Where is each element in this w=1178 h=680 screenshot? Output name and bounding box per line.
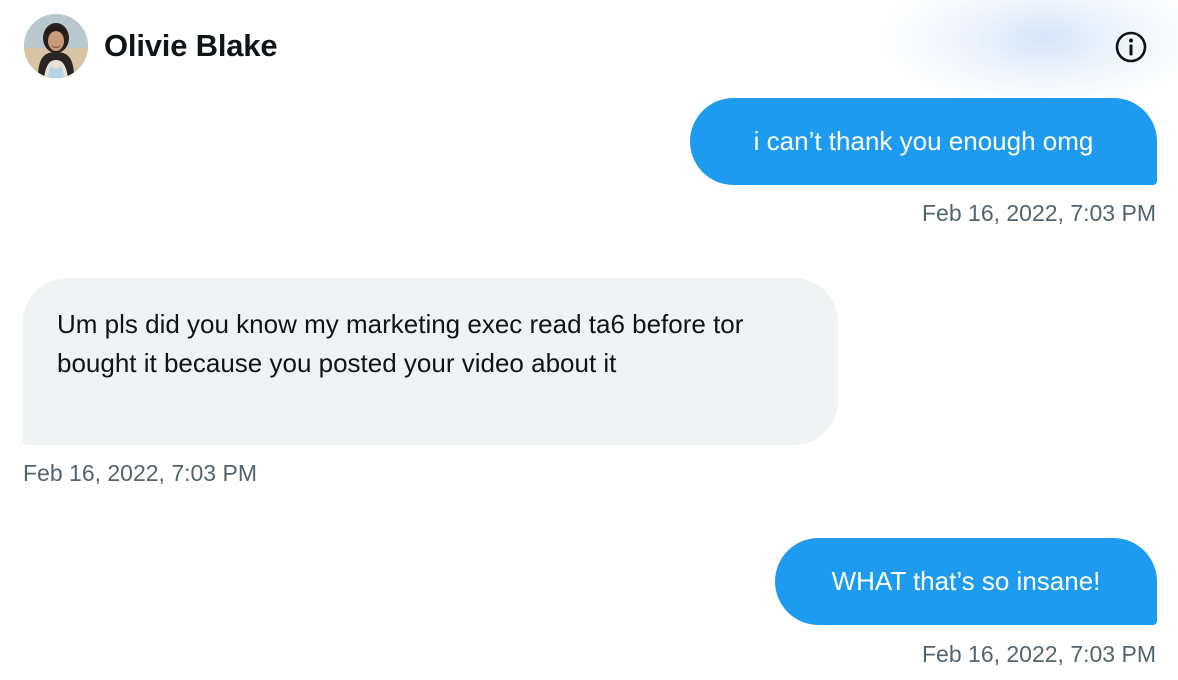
message-timestamp: Feb 16, 2022, 7:03 PM xyxy=(922,641,1156,667)
message-timestamp: Feb 16, 2022, 7:03 PM xyxy=(23,460,257,486)
message-text: WHAT that’s so insane! xyxy=(831,566,1101,596)
message-bubble-received[interactable]: Um pls did you know my marketing exec re… xyxy=(23,278,838,445)
avatar-photo xyxy=(24,14,88,78)
message-text: i can’t thank you enough omg xyxy=(753,126,1094,156)
message-timestamp: Feb 16, 2022, 7:03 PM xyxy=(922,200,1156,226)
message-bubble-sent[interactable]: WHAT that’s so insane! xyxy=(775,538,1157,625)
info-button[interactable] xyxy=(1112,28,1150,66)
message-bubble-sent[interactable]: i can’t thank you enough omg xyxy=(690,98,1157,185)
avatar[interactable] xyxy=(24,14,88,78)
dm-conversation: Olivie Blake i can’t thank you enough om… xyxy=(0,0,1178,680)
info-circle-icon xyxy=(1115,31,1147,63)
message-text: Um pls did you know my marketing exec re… xyxy=(57,309,744,378)
conversation-header: Olivie Blake xyxy=(0,0,1178,110)
contact-name[interactable]: Olivie Blake xyxy=(104,28,278,64)
